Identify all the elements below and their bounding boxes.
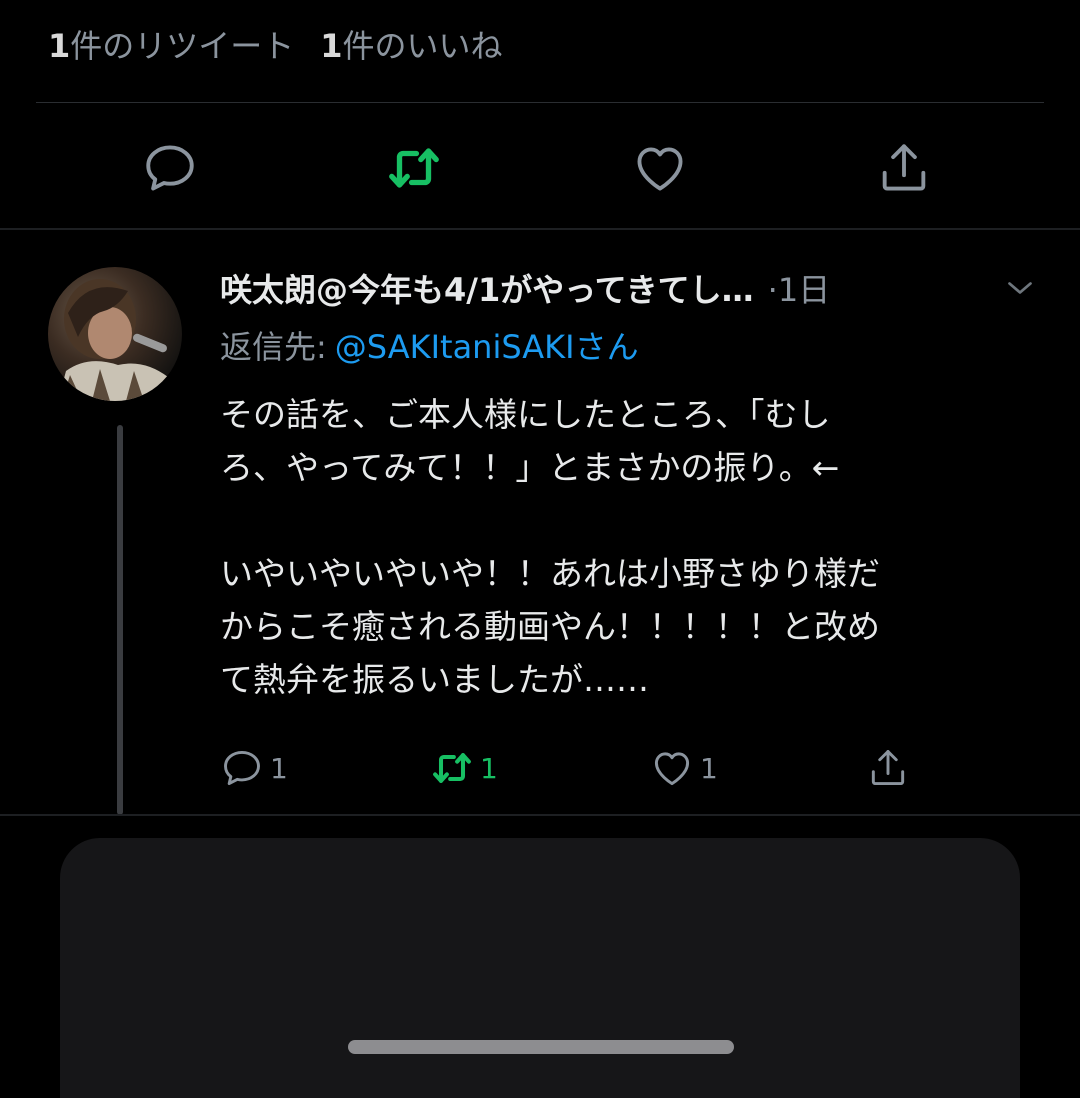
reply-icon [146,145,194,191]
retweets-label: 件のリツイート [70,27,295,65]
retweet-icon [433,753,471,783]
share-icon [871,750,905,786]
heart-icon [654,752,690,786]
section-separator [0,814,1080,816]
tweet-stats: 1件のリツイート 1件のいいね [48,16,503,72]
chevron-down-icon [1008,282,1032,294]
reply-to: 返信先: @SAKItaniSAKIさん [220,320,639,370]
share-button[interactable] [874,138,934,198]
bottom-sheet [60,838,1020,1098]
like-button[interactable]: 1 [650,740,718,796]
heart-icon [637,147,683,191]
likes-label: 件のいいね [342,27,503,65]
retweet-button[interactable]: 1 [430,740,498,796]
reply-button[interactable]: 1 [220,740,288,796]
share-button[interactable] [866,740,910,796]
share-icon [882,144,926,191]
divider [36,102,1044,103]
thread-line [117,425,123,815]
tweet-menu-button[interactable] [1000,270,1044,306]
reply-button[interactable] [140,138,200,198]
tweet-line: いやいやいやいや！！あれは小野さゆり様だ [220,554,880,593]
likes-stat[interactable]: 1件のいいね [320,21,502,67]
tweet-action-bar [0,110,1080,225]
tweet-time: ·1日 [767,271,831,309]
tweet-line: その話を、ご本人様にしたところ、「むし [220,395,831,434]
avatar-photo [58,279,174,401]
author-name[interactable]: 咲太朗@今年も4/1がやってきてし… [220,265,754,311]
retweet-button[interactable] [384,138,444,198]
tweet-line-blank [220,494,1050,547]
likes-count: 1 [320,27,343,65]
reply-icon [224,750,260,786]
tweet-body: その話を、ご本人様にしたところ、「むし ろ、やってみて！！」とまさかの振り。← … [220,388,1050,706]
tweet-line: ろ、やってみて！！」とまさかの振り。← [220,448,840,487]
like-button[interactable] [630,138,690,198]
retweets-stat[interactable]: 1件のリツイート [48,21,294,67]
tweet-line: からこそ癒される動画やん！！！！！と改め [220,607,880,646]
reply-count: 1 [270,751,288,785]
reply-action-bar: 1 1 1 [220,740,1040,796]
retweets-count: 1 [48,27,71,65]
retweet-icon [389,148,439,188]
section-separator [0,228,1080,230]
tweet-header: 咲太朗@今年も4/1がやってきてし… ·1日 [220,262,1000,314]
reply-to-handle[interactable]: @SAKItaniSAKIさん [335,322,639,368]
retweet-count: 1 [480,751,498,785]
reply-to-label: 返信先: [220,328,327,366]
tweet-line: て熱弁を振るいましたが…… [220,660,649,699]
avatar[interactable] [48,267,182,401]
home-indicator[interactable] [348,1040,734,1054]
like-count: 1 [700,751,718,785]
